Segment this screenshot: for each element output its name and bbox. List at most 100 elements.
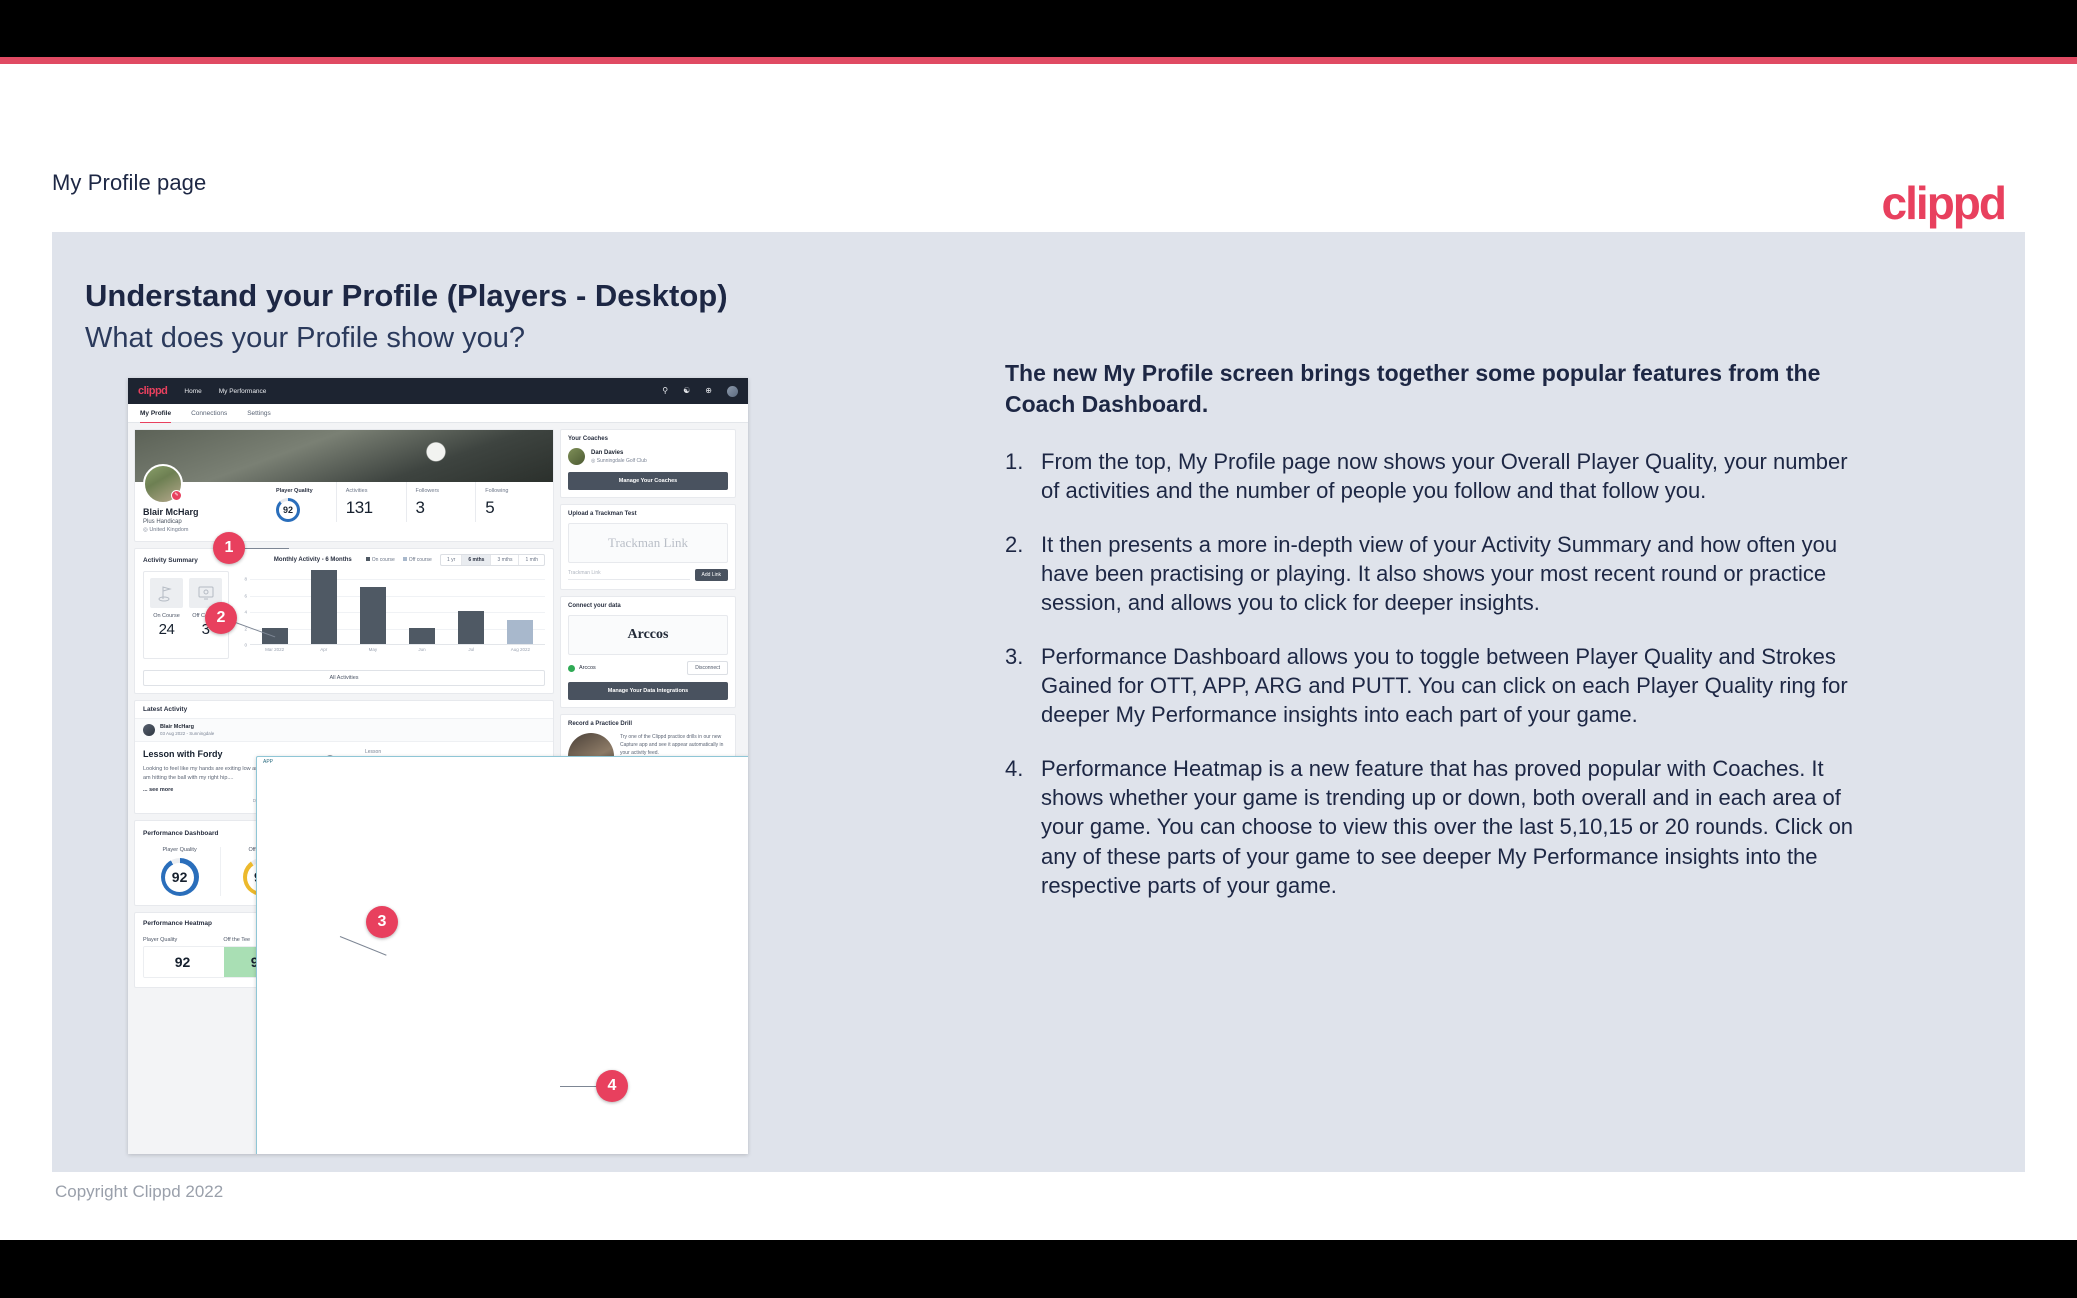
gridline xyxy=(250,628,545,630)
activity-body: Lesson with Fordy Looking to feel like m… xyxy=(135,742,748,1154)
latest-activity-header: Latest Activity xyxy=(135,701,553,718)
copy-point-4: 4. Performance Heatmap is a new feature … xyxy=(1005,754,1865,899)
app-tab-bar: My Profile Connections Settings xyxy=(128,404,748,423)
performance-heatmap-title: Performance Heatmap xyxy=(143,920,212,927)
manage-integrations-button[interactable]: Manage Your Data Integrations xyxy=(568,682,728,700)
range-1yr[interactable]: 1 yr xyxy=(441,555,461,565)
all-activities-button[interactable]: All Activities xyxy=(143,670,545,686)
disconnect-button[interactable]: Disconnect xyxy=(687,661,728,675)
ring-cell-player-quality[interactable]: Player Quality 92 xyxy=(139,847,220,896)
add-link-button[interactable]: Add Link xyxy=(694,569,728,581)
nav-icon-group: ⚲ ☯ ⊕ xyxy=(662,385,738,397)
activity-summary-title: Activity Summary xyxy=(143,556,198,564)
clippd-logo: clippd xyxy=(1881,177,2007,229)
player-quality-ring[interactable]: 92 xyxy=(276,498,300,522)
activity-summary-card: Activity Summary Monthly Activity - 6 Mo… xyxy=(134,548,554,694)
chart-legend: On course Off course xyxy=(365,557,432,563)
copy-point-number: 4. xyxy=(1005,756,1024,782)
stat-following[interactable]: Following 5 xyxy=(475,482,545,522)
activity-author: Blair McHarg 03 Aug 2022 - Sunningdale xyxy=(135,718,553,742)
stat-value: 3 xyxy=(415,498,425,517)
callout-marker-1: 1 xyxy=(213,532,245,564)
slide-header: My Profile page clippd xyxy=(0,64,2077,269)
tab-settings[interactable]: Settings xyxy=(247,404,271,423)
chart-x-axis: Mar 2022 Apr May Jun Jul Aug 2022 xyxy=(250,647,545,652)
x-tick: Jul xyxy=(468,647,475,652)
tab-connections[interactable]: Connections xyxy=(191,404,227,423)
trackman-preview-text: Trackman Link xyxy=(607,535,689,550)
coach-avatar xyxy=(568,448,585,465)
stat-player-quality[interactable]: Player Quality 92 xyxy=(267,482,336,522)
heatmap-cell-player-quality[interactable]: 92 xyxy=(144,947,224,977)
activity-summary-body: On Course 24 Off Course 3 xyxy=(135,570,553,667)
add-circle-icon[interactable]: ⊕ xyxy=(705,387,712,395)
bar-apr[interactable] xyxy=(310,570,337,644)
legend-label: Off course xyxy=(408,557,432,563)
legend-swatch xyxy=(365,557,370,561)
page-title: My Profile page xyxy=(52,170,207,195)
ring-gauge[interactable]: 92 xyxy=(160,858,199,896)
author-avatar[interactable] xyxy=(143,724,155,736)
trackman-card: Upload a Trackman Test Trackman Link Tra… xyxy=(560,504,736,590)
connection-status-row: Arccos Disconnect xyxy=(561,655,735,675)
y-tick: 6 xyxy=(244,593,247,598)
activity-date: 03 Aug 2022 - Sunningdale xyxy=(160,731,215,736)
practice-drill-title: Record a Practice Drill xyxy=(568,721,633,727)
connect-data-title: Connect your data xyxy=(568,603,621,609)
latest-activity-card: Latest Activity Blair McHarg 03 Aug 2022… xyxy=(134,700,748,1154)
explanatory-copy: The new My Profile screen brings togethe… xyxy=(1005,358,1865,925)
copy-lead: The new My Profile screen brings togethe… xyxy=(1005,360,1821,417)
legend-on-course: On course xyxy=(365,557,395,563)
footer-copyright: Copyright Clippd 2022 xyxy=(55,1182,224,1201)
range-3mths[interactable]: 3 mths xyxy=(490,555,518,565)
tile-on-course[interactable]: On Course 24 xyxy=(150,578,183,652)
arccos-brand: Arccos xyxy=(627,627,669,642)
range-1mth[interactable]: 1 mth xyxy=(518,555,544,565)
connection-name: Arccos xyxy=(579,665,596,671)
tile-value: 24 xyxy=(158,621,175,638)
coaches-title: Your Coaches xyxy=(568,436,608,442)
search-icon[interactable]: ⚲ xyxy=(662,387,668,395)
nav-link-my-performance[interactable]: My Performance xyxy=(219,388,267,395)
x-tick: Jun xyxy=(418,647,426,652)
bar-jun[interactable] xyxy=(409,627,436,644)
stat-label: Followers xyxy=(415,488,440,494)
coach-item[interactable]: Dan Davies ◎ Sunningdale Golf Club xyxy=(561,442,735,465)
trackman-link-input[interactable]: Trackman Link xyxy=(568,570,690,580)
slide-subheading: What does your Profile show you? xyxy=(85,322,526,354)
gridline xyxy=(250,595,545,597)
stat-followers[interactable]: Followers 3 xyxy=(405,482,476,522)
heatmap-value: 92 xyxy=(174,954,191,970)
copy-point-text: Performance Heatmap is a new feature tha… xyxy=(1041,756,1854,898)
callout-marker-3: 3 xyxy=(366,906,398,938)
nav-link-home[interactable]: Home xyxy=(184,388,201,395)
copy-point-text: From the top, My Profile page now shows … xyxy=(1041,449,1848,504)
latest-activity-title: Latest Activity xyxy=(143,706,188,713)
bar-may[interactable] xyxy=(359,586,386,644)
x-tick: Mar 2022 xyxy=(265,647,285,652)
edit-avatar-icon[interactable]: ✎ xyxy=(171,490,182,501)
tag-app[interactable]: APP xyxy=(256,756,748,1154)
stat-activities[interactable]: Activities 131 xyxy=(335,482,406,522)
stat-value: 5 xyxy=(485,498,495,517)
gridline xyxy=(250,579,545,580)
heatmap-label: Player Quality xyxy=(143,937,178,943)
bar-aug-2022[interactable] xyxy=(507,619,534,644)
manage-coaches-button[interactable]: Manage Your Coaches xyxy=(568,472,728,490)
activity-summary-header: Activity Summary Monthly Activity - 6 Mo… xyxy=(135,549,553,571)
app-top-nav: clippd Home My Performance ⚲ ☯ ⊕ xyxy=(128,378,748,404)
copy-point-text: It then presents a more in-depth view of… xyxy=(1041,532,1838,616)
avatar-icon[interactable] xyxy=(727,385,738,397)
x-tick: Apr xyxy=(320,647,328,652)
callout-marker-4: 4 xyxy=(596,1070,628,1102)
tab-my-profile[interactable]: My Profile xyxy=(140,404,172,423)
bar-jul[interactable] xyxy=(458,611,485,644)
legend-off-course: Off course xyxy=(402,557,432,563)
range-6mths[interactable]: 6 mths xyxy=(461,555,491,565)
ring-value: 92 xyxy=(165,862,195,892)
profile-avatar[interactable]: ✎ xyxy=(143,464,183,504)
community-icon[interactable]: ☯ xyxy=(683,387,690,395)
app-logo[interactable]: clippd xyxy=(138,385,168,397)
stat-value: 92 xyxy=(279,501,297,519)
golf-flag-icon xyxy=(150,578,183,608)
